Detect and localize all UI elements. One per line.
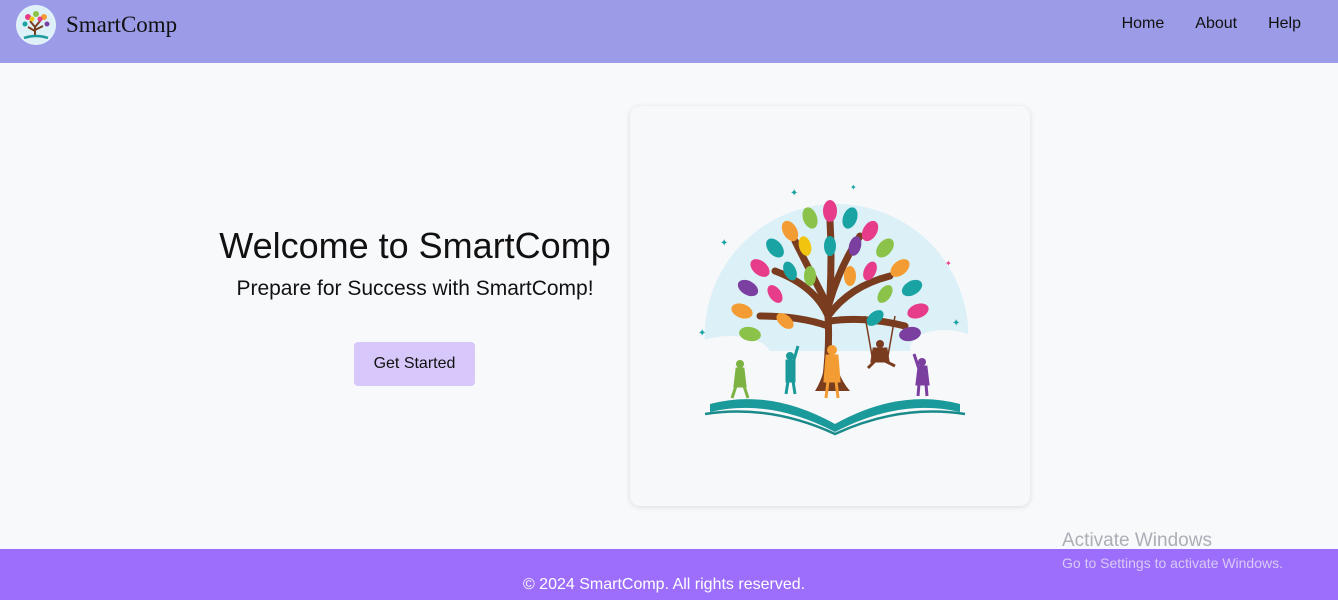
hero-subtitle: Prepare for Success with SmartComp! bbox=[236, 277, 594, 300]
nav-link-about[interactable]: About bbox=[1195, 15, 1237, 33]
get-started-button[interactable]: Get Started bbox=[354, 342, 475, 386]
svg-text:✦: ✦ bbox=[952, 318, 960, 329]
hero-title: Welcome to SmartComp bbox=[219, 225, 611, 266]
brand-name: SmartComp bbox=[66, 12, 178, 37]
main-content: Welcome to SmartComp Prepare for Success… bbox=[0, 63, 1338, 549]
svg-text:✦: ✦ bbox=[945, 259, 952, 268]
svg-text:✦: ✦ bbox=[850, 183, 857, 192]
footer: © 2024 SmartComp. All rights reserved. bbox=[0, 549, 1338, 600]
nav-link-home[interactable]: Home bbox=[1122, 15, 1165, 33]
svg-text:✦: ✦ bbox=[720, 238, 728, 249]
footer-copyright: © 2024 SmartComp. All rights reserved. bbox=[522, 576, 806, 593]
hero-image-card: ✦ ✦ ✦ ✦ ✦ ✦ bbox=[630, 106, 1030, 506]
nav-links: Home About Help bbox=[1122, 15, 1301, 33]
hero-text: Welcome to SmartComp Prepare for Success… bbox=[210, 225, 620, 386]
navbar: SmartComp Home About Help bbox=[0, 0, 1338, 63]
nav-link-help[interactable]: Help bbox=[1268, 15, 1301, 33]
svg-text:✦: ✦ bbox=[790, 188, 798, 199]
tree-illustration-icon: ✦ ✦ ✦ ✦ ✦ ✦ bbox=[690, 183, 980, 436]
svg-text:✦: ✦ bbox=[698, 328, 706, 339]
brand[interactable]: SmartComp bbox=[16, 5, 177, 45]
brand-logo-icon bbox=[16, 5, 56, 45]
